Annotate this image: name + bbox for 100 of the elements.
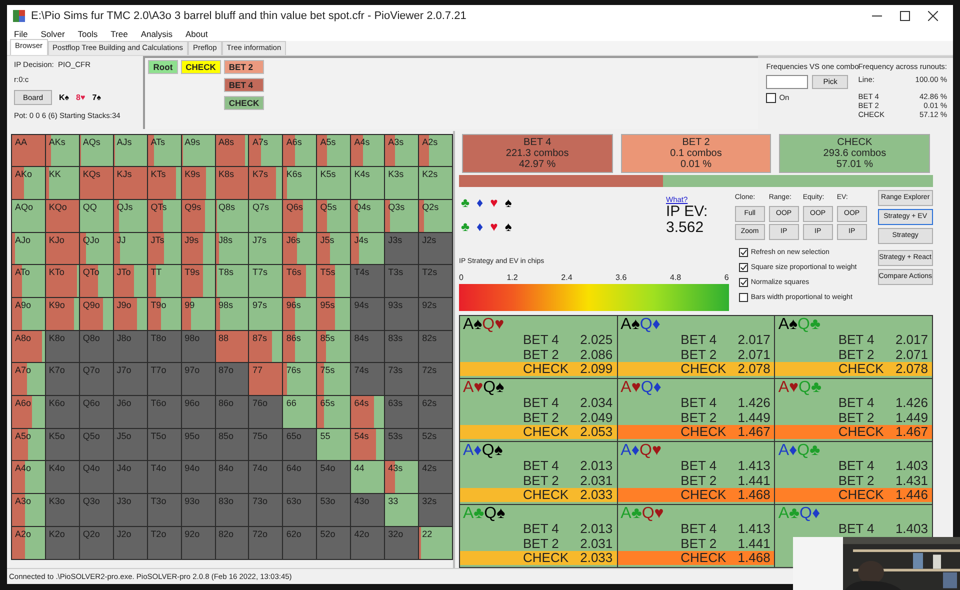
hand-cell[interactable]: 75o [249, 428, 282, 460]
hand-cell[interactable]: 99 [182, 298, 215, 330]
hand-cell[interactable]: 86o [216, 396, 248, 428]
hand-cell[interactable]: J7o [114, 363, 147, 396]
hand-cell[interactable]: A3o [12, 494, 45, 526]
hand-cell[interactable]: 83s [385, 330, 418, 362]
tree-node[interactable]: CHECK [224, 96, 264, 110]
hand-cell[interactable]: 93o [182, 494, 215, 526]
hand-cell[interactable]: Q7s [249, 200, 282, 232]
suit-filter[interactable]: ♣ [461, 196, 470, 208]
hand-cell[interactable]: T2o [148, 526, 181, 558]
hand-cell[interactable]: A7o [12, 363, 45, 396]
hand-cell[interactable]: A9o [12, 298, 45, 330]
hand-cell[interactable]: K2o [46, 526, 79, 558]
hand-cell[interactable]: AKo [12, 167, 45, 199]
hand-cell[interactable]: J7s [249, 232, 282, 264]
hand-cell[interactable]: AA [12, 134, 45, 166]
tree-node[interactable]: Root [148, 60, 178, 74]
hand-cell[interactable]: 32s [419, 494, 452, 526]
hand-cell[interactable]: A2s [419, 134, 452, 166]
hand-cell[interactable]: 87o [216, 363, 248, 396]
hand-cell[interactable]: QJo [80, 232, 113, 264]
suit-filter[interactable]: ♣ [461, 220, 470, 232]
hand-cell[interactable]: Q7o [80, 363, 113, 396]
menu-item[interactable]: Tools [78, 28, 98, 39]
hand-cell[interactable]: J5s [317, 232, 350, 264]
hand-cell[interactable]: 54s [351, 428, 384, 460]
hand-cell[interactable]: TT [148, 265, 181, 297]
menu-item[interactable]: File [14, 28, 28, 39]
hand-cell[interactable]: 86s [283, 330, 316, 362]
suit-filter[interactable]: ♦ [476, 196, 484, 208]
hand-cell[interactable]: 62o [283, 526, 316, 558]
hand-cell[interactable]: A2o [12, 526, 45, 558]
hand-cell[interactable]: 98s [216, 298, 248, 330]
hand-cell[interactable]: Q5s [317, 200, 350, 232]
hand-cell[interactable]: T4s [351, 265, 384, 297]
hand-cell[interactable]: 42o [351, 526, 384, 558]
hand-cell[interactable]: J8s [216, 232, 248, 264]
suit-filter[interactable]: ♠ [504, 196, 512, 208]
hand-cell[interactable]: 54o [317, 461, 350, 494]
hand-cell[interactable]: 93s [385, 298, 418, 330]
hand-cell[interactable]: T2s [419, 265, 452, 297]
hand-cell[interactable]: 63s [385, 396, 418, 428]
hand-cell[interactable]: 76o [249, 396, 282, 428]
hand-cell[interactable]: 95s [317, 298, 350, 330]
tree-node[interactable]: CHECK [180, 60, 221, 74]
tree-node[interactable]: BET 4 [224, 78, 264, 92]
hand-cell[interactable]: T7o [148, 363, 181, 396]
hand-cell[interactable]: A3s [385, 134, 418, 166]
hand-cell[interactable]: KQo [46, 200, 79, 232]
hand-cell[interactable]: K7o [46, 363, 79, 396]
hand-cell[interactable]: Q6s [283, 200, 316, 232]
hand-cell[interactable]: Q8o [80, 330, 113, 362]
hand-cell[interactable]: A7s [249, 134, 282, 166]
hand-cell[interactable]: KQs [80, 167, 113, 199]
hand-cell[interactable]: A6o [12, 396, 45, 428]
hand-cell[interactable]: K3s [385, 167, 418, 199]
hand-cell[interactable]: 73o [249, 494, 282, 526]
hand-cell[interactable]: ATo [12, 265, 45, 297]
hand-cell[interactable]: Q3s [385, 200, 418, 232]
hand-cell[interactable]: A4o [12, 461, 45, 494]
hand-cell[interactable]: J6s [283, 232, 316, 264]
hand-cell[interactable]: Q8s [216, 200, 248, 232]
hand-cell[interactable]: J9s [182, 232, 215, 264]
hand-cell[interactable]: T9o [148, 298, 181, 330]
hand-cell[interactable]: 88 [216, 330, 248, 362]
hand-cell[interactable]: J4o [114, 461, 147, 494]
hand-cell[interactable]: 94o [182, 461, 215, 494]
hand-cell[interactable]: 63o [283, 494, 316, 526]
hand-cell[interactable]: 33 [385, 494, 418, 526]
hand-cell[interactable]: J3s [385, 232, 418, 264]
hand-cell[interactable]: 44 [351, 461, 384, 494]
hand-cell[interactable]: J4s [351, 232, 384, 264]
hand-cell[interactable]: 64o [283, 461, 316, 494]
hand-cell[interactable]: 96s [283, 298, 316, 330]
hand-cell[interactable]: T7s [249, 265, 282, 297]
hand-cell[interactable]: J2o [114, 526, 147, 558]
hand-cell[interactable]: T8s [216, 265, 248, 297]
hand-cell[interactable]: 52s [419, 428, 452, 460]
hand-cell[interactable]: 92o [182, 526, 215, 558]
hand-cell[interactable]: J6o [114, 396, 147, 428]
hand-cell[interactable]: 97o [182, 363, 215, 396]
hand-cell[interactable]: A8s [216, 134, 248, 166]
hand-cell[interactable]: Q5o [80, 428, 113, 460]
hand-cell[interactable]: T6o [148, 396, 181, 428]
suit-filter[interactable]: ♠ [504, 220, 512, 232]
action-summary[interactable]: BET 2 0.1 combos 0.01 % [620, 134, 772, 172]
hand-cell[interactable]: 64s [351, 396, 384, 428]
hand-cell[interactable]: 97s [249, 298, 282, 330]
hand-cell[interactable]: J2s [419, 232, 452, 264]
hand-cell[interactable]: K3o [46, 494, 79, 526]
hand-cell[interactable]: 65s [317, 396, 350, 428]
hand-cell[interactable]: AJs [114, 134, 147, 166]
hand-cell[interactable]: JTs [148, 232, 181, 264]
hand-cell[interactable]: 43o [351, 494, 384, 526]
hand-cell[interactable]: Q3o [80, 494, 113, 526]
hand-cell[interactable]: 74o [249, 461, 282, 494]
hand-cell[interactable]: KJo [46, 232, 79, 264]
hand-cell[interactable]: 77 [249, 363, 282, 396]
hand-cell[interactable]: Q4o [80, 461, 113, 494]
